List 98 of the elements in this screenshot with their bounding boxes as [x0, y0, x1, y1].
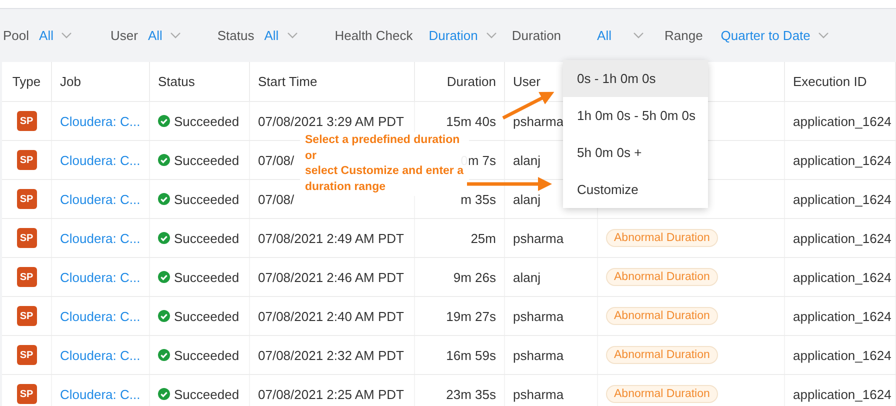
table-cell: psharma [513, 114, 564, 128]
filter-dropdown[interactable]: All [264, 28, 298, 43]
health-tag: Abnormal Duration [606, 229, 718, 247]
status-text: Succeeded [174, 386, 240, 402]
check-circle-icon [158, 115, 170, 127]
table-cell: 07/08/2021 2:32 AM PDT [258, 348, 404, 362]
filter-dropdown[interactable]: All [148, 28, 182, 43]
menu-item[interactable]: Customize [563, 171, 708, 208]
status-text: Succeeded [174, 348, 240, 362]
table-cell: 16m 59s [446, 348, 496, 362]
table-cell: 07/08/2021 2:49 AM PDT [258, 230, 404, 246]
menu-item[interactable]: 5h 0m 0s + [563, 134, 708, 171]
check-circle-icon [158, 154, 170, 166]
check-circle-icon [158, 310, 170, 322]
table-cell: 9m 26s [453, 270, 496, 284]
table-cell: application_1624 [793, 230, 892, 246]
health-tag: Abnormal Duration [606, 307, 718, 325]
table-cell: psharma [513, 230, 564, 246]
type-badge: SP [16, 384, 36, 404]
type-badge: SP [16, 345, 36, 365]
table-cell: 07/08/2021 2:25 AM PDT [258, 386, 404, 402]
health-tag: Abnormal Duration [606, 346, 718, 364]
health-tag: Abnormal Duration [606, 385, 718, 403]
chevron-down-icon [633, 32, 644, 39]
table-cell: application_1624 [793, 114, 892, 128]
table-cell: 07/08/ [258, 192, 294, 206]
table-cell: alanj [513, 270, 540, 284]
table-cell: application_1624 [793, 152, 892, 168]
status-text: Succeeded [174, 308, 240, 324]
filter-dropdown[interactable]: Duration [428, 28, 497, 43]
column-header: User [513, 74, 540, 89]
table-cell: 19m 27s [446, 308, 496, 324]
chevron-down-icon [818, 32, 830, 39]
column-header: Execution ID [793, 74, 867, 89]
job-link[interactable]: Cloudera: C... [60, 270, 140, 284]
table-cell: 15m 40s [446, 114, 496, 128]
check-circle-icon [158, 232, 170, 244]
table-cell: 23m 35s [446, 386, 496, 402]
table-cell: psharma [513, 308, 564, 324]
job-link[interactable]: Cloudera: C... [60, 348, 140, 362]
table-cell: 07/08/2021 2:40 AM PDT [258, 308, 404, 324]
filter-dropdown[interactable]: All [597, 28, 644, 43]
table-cell: psharma [513, 348, 564, 362]
menu-item[interactable]: 0s - 1h 0m 0s [563, 60, 708, 97]
chevron-down-icon [170, 32, 182, 39]
filter-dropdown[interactable]: All [39, 28, 72, 43]
type-badge: SP [16, 189, 36, 209]
check-circle-icon [158, 193, 170, 205]
status-text: Succeeded [174, 152, 240, 168]
column-header: Job [60, 74, 81, 89]
type-badge: SP [16, 306, 36, 326]
check-circle-icon [158, 271, 170, 283]
filter-label: Pool [3, 28, 30, 43]
filter-label: User [110, 28, 138, 43]
chevron-down-icon [286, 32, 298, 39]
filter-label: Status [217, 28, 254, 43]
table-cell: 07/08/2021 2:46 AM PDT [258, 270, 404, 284]
table-cell: 25m [470, 230, 496, 246]
type-badge: SP [16, 228, 36, 248]
filter-label: Range [664, 28, 703, 43]
column-header: Duration [446, 74, 496, 89]
type-badge: SP [16, 111, 36, 131]
table-cell: m 35s [460, 192, 496, 206]
job-link[interactable]: Cloudera: C... [60, 386, 140, 402]
job-link[interactable]: Cloudera: C... [60, 192, 140, 206]
column-header: Start Time [258, 74, 318, 89]
check-circle-icon [158, 388, 170, 400]
type-badge: SP [16, 150, 36, 170]
table-cell: 07/08/ [258, 152, 294, 168]
status-text: Succeeded [174, 114, 240, 128]
column-header: Type [12, 74, 41, 89]
table-cell: application_1624 [793, 270, 892, 284]
table-cell: alanj [513, 192, 540, 206]
job-link[interactable]: Cloudera: C... [60, 114, 140, 128]
check-circle-icon [158, 349, 170, 361]
table-cell: application_1624 [793, 308, 892, 324]
chevron-down-icon [486, 32, 497, 39]
job-link[interactable]: Cloudera: C... [60, 152, 140, 168]
filter-label: Health Check [334, 28, 413, 43]
table-cell: application_1624 [793, 192, 892, 206]
table-cell: 07/08/2021 3:29 AM PDT [258, 114, 404, 128]
column-header: Status [158, 74, 195, 89]
status-text: Succeeded [174, 192, 240, 206]
filter-label: Duration [512, 28, 562, 43]
table-cell: application_1624 [793, 348, 892, 362]
chevron-down-icon [61, 32, 72, 39]
menu-item[interactable]: 1h 0m 0s - 5h 0m 0s [563, 97, 708, 134]
status-text: Succeeded [174, 230, 240, 246]
job-link[interactable]: Cloudera: C... [60, 230, 140, 246]
filter-dropdown[interactable]: Quarter to Date [720, 28, 830, 43]
table-cell: alanj [513, 152, 540, 168]
status-text: Succeeded [174, 270, 240, 284]
job-link[interactable]: Cloudera: C... [60, 308, 140, 324]
type-badge: SP [16, 267, 36, 287]
table-cell: application_1624 [793, 386, 892, 402]
health-tag: Abnormal Duration [606, 268, 718, 286]
table-cell: 0m 7s [460, 152, 496, 168]
table-cell: psharma [513, 386, 564, 402]
